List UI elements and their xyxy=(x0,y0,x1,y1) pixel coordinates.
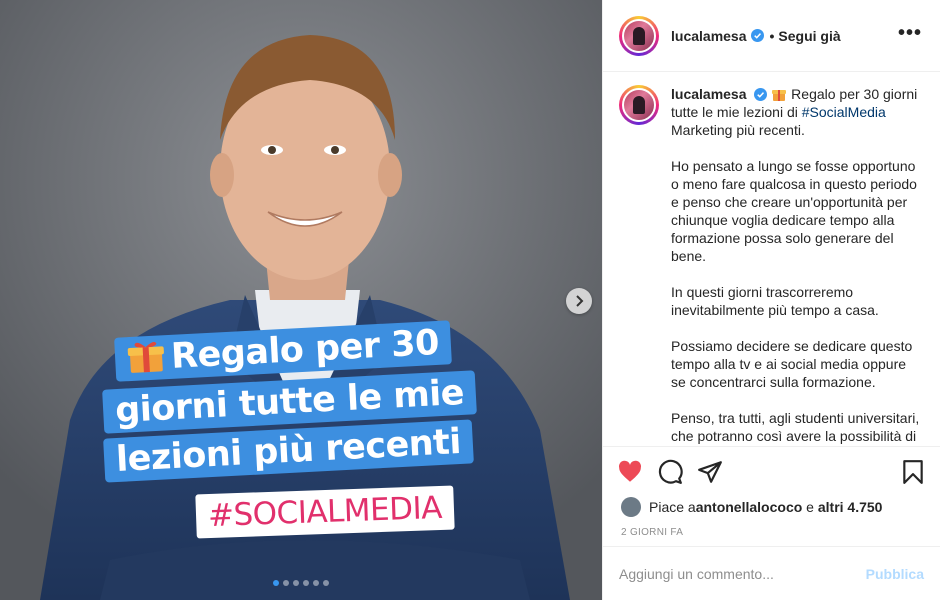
verified-badge-icon xyxy=(754,88,768,101)
post-media[interactable]: Regalo per 30 giorni tutte le mie lezion… xyxy=(0,0,602,600)
caption: lucalamesa Regalo per 30 giorni tutte le… xyxy=(619,85,924,446)
caption-paragraph-3: Possiamo decidere se dedicare questo tem… xyxy=(671,338,913,390)
carousel-dot xyxy=(323,580,329,586)
comment-input[interactable] xyxy=(619,565,866,582)
caption-paragraph-4: Penso, tra tutti, agli studenti universi… xyxy=(671,410,920,444)
post-header: lucalamesa • Segui già ••• xyxy=(603,0,940,72)
carousel-indicator xyxy=(0,580,602,586)
caption-paragraph-1: Ho pensato a lungo se fosse opportuno o … xyxy=(671,158,917,264)
share-icon[interactable] xyxy=(697,459,723,485)
caption-scroll[interactable]: lucalamesa Regalo per 30 giorni tutte le… xyxy=(603,73,940,446)
caption-hashtag-link[interactable]: #SocialMedia xyxy=(802,104,886,120)
publish-button[interactable]: Pubblica xyxy=(866,566,924,582)
likes-others-link[interactable]: altri 4.750 xyxy=(818,499,883,515)
liker-avatar[interactable] xyxy=(621,497,641,517)
caption-username[interactable]: lucalamesa xyxy=(671,86,747,102)
caption-paragraph-2: In questi giorni trascorreremo inevitabi… xyxy=(671,284,879,318)
carousel-dot xyxy=(293,580,299,586)
comment-icon[interactable] xyxy=(657,459,683,485)
more-options-icon[interactable]: ••• xyxy=(898,23,922,43)
verified-badge-icon xyxy=(750,29,764,42)
author-avatar[interactable] xyxy=(619,15,659,56)
action-icons xyxy=(617,457,926,487)
overlay-hashtag: #SOCIALMEDIA xyxy=(195,485,455,539)
chevron-right-icon xyxy=(576,295,584,307)
post-date[interactable]: 2 GIORNI FA xyxy=(621,527,926,538)
likes-middle: e xyxy=(802,499,818,515)
post-side-panel: lucalamesa • Segui già ••• lucalamesa Re… xyxy=(602,0,940,600)
likes-prefix: Piace a xyxy=(649,499,696,515)
carousel-dot xyxy=(303,580,309,586)
gift-emoji-icon xyxy=(772,90,787,101)
author-username[interactable]: lucalamesa xyxy=(671,28,747,44)
carousel-next-button[interactable] xyxy=(566,288,592,314)
comment-form: Pubblica xyxy=(603,546,940,600)
gift-icon xyxy=(127,341,164,373)
following-button[interactable]: Segui già xyxy=(778,28,840,44)
carousel-dot xyxy=(313,580,319,586)
caption-text: lucalamesa Regalo per 30 giorni tutte le… xyxy=(671,85,924,446)
caption-intro-end: Marketing più recenti. xyxy=(671,122,805,138)
instagram-post-modal: Regalo per 30 giorni tutte le mie lezion… xyxy=(0,0,940,600)
carousel-dot xyxy=(273,580,279,586)
caption-avatar[interactable] xyxy=(619,85,659,125)
liker-username[interactable]: antonellalococo xyxy=(696,499,803,515)
header-separator: • xyxy=(769,27,775,44)
post-actions: Piace a antonellalococo e altri 4.750 2 … xyxy=(603,446,940,538)
heart-filled-icon[interactable] xyxy=(617,459,643,485)
bookmark-icon[interactable] xyxy=(900,459,926,485)
likes-summary: Piace a antonellalococo e altri 4.750 xyxy=(617,497,926,517)
carousel-dot xyxy=(283,580,289,586)
